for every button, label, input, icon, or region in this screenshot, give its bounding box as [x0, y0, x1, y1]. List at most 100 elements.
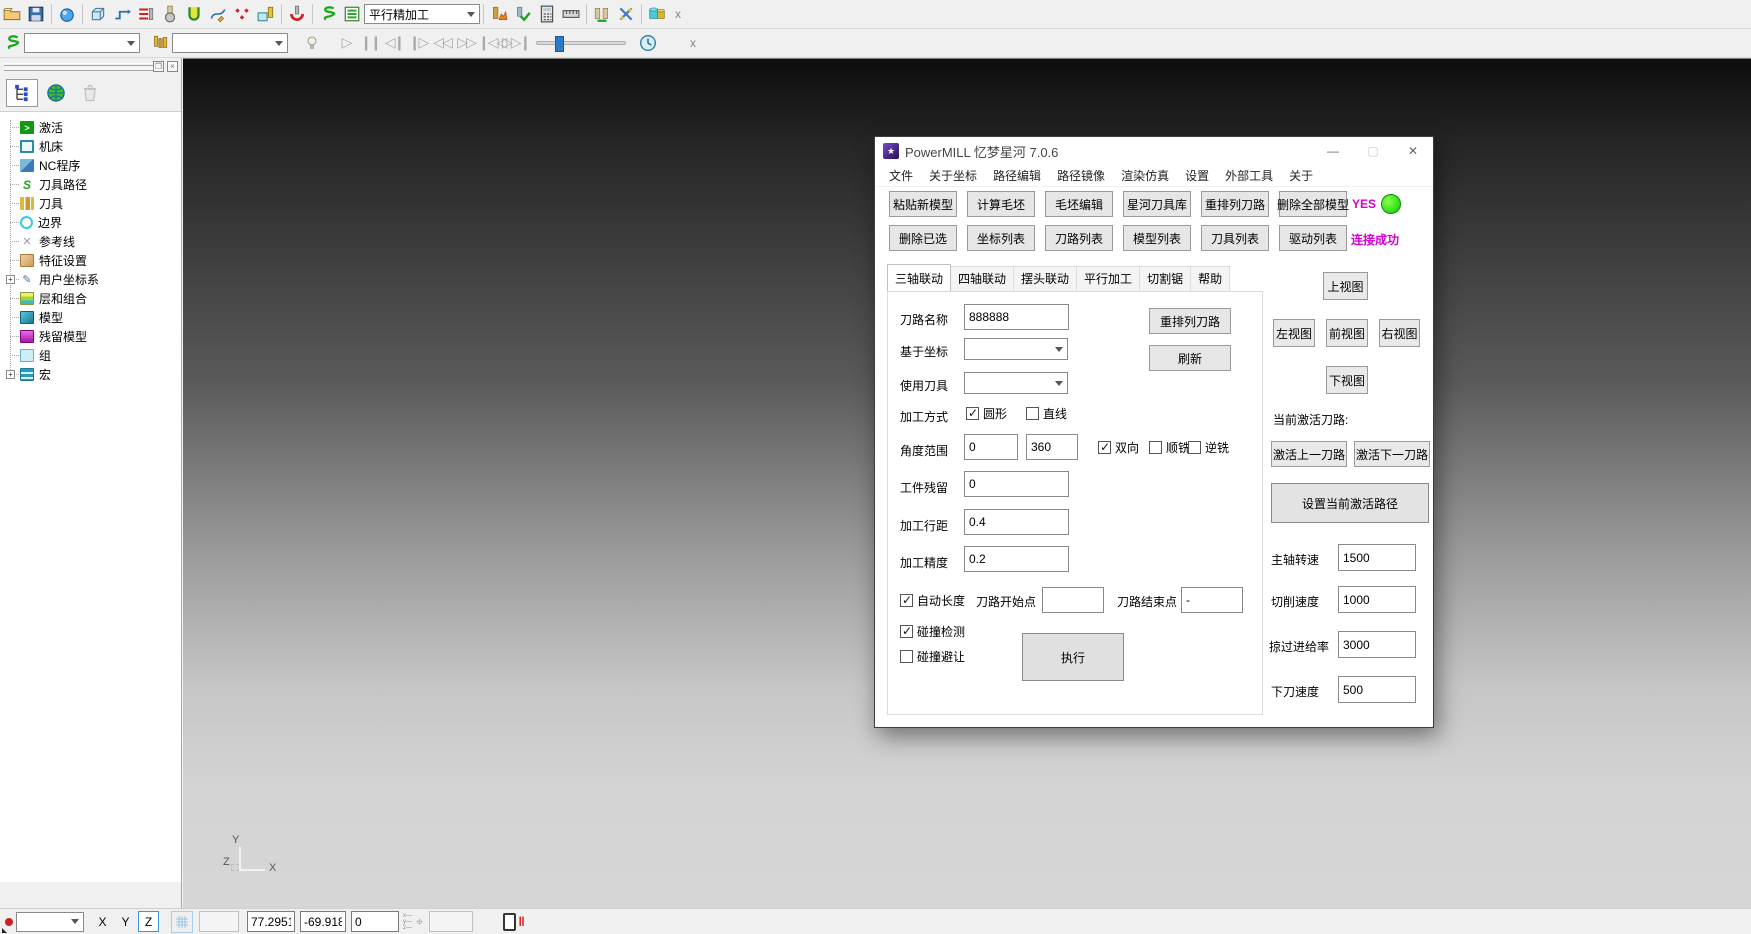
spindle-speed-input[interactable] — [1338, 544, 1416, 571]
cross-arrows-icon[interactable] — [614, 2, 638, 26]
checkbox-icon[interactable] — [1098, 441, 1111, 454]
dialog-titlebar[interactable]: ★ PowerMILL 忆梦星河 7.0.6 — ▢ ✕ — [875, 137, 1433, 165]
grid-icon[interactable] — [171, 911, 193, 933]
end-point-input[interactable] — [1181, 587, 1243, 613]
shaded-sphere-icon[interactable] — [55, 2, 79, 26]
cylinders-icon[interactable] — [645, 2, 669, 26]
checkbox-icon[interactable] — [1149, 441, 1162, 454]
tree-item[interactable]: + 用户坐标系 — [4, 270, 181, 289]
checkbox-icon[interactable] — [900, 594, 913, 607]
play-icon[interactable]: ▷ — [334, 35, 358, 51]
action-button[interactable]: 星河刀具库 — [1123, 191, 1191, 217]
open-file-icon[interactable] — [0, 2, 24, 26]
save-icon[interactable] — [24, 2, 48, 26]
activate-prev-toolpath-button[interactable]: 激活上一刀路 — [1271, 441, 1347, 467]
step-back-icon[interactable]: ◁❙ — [382, 35, 406, 51]
bidirectional-checkbox[interactable]: 双向 — [1098, 439, 1139, 456]
resize-grip-icon[interactable] — [2, 928, 7, 933]
tree-item[interactable]: + 层和组合 — [4, 289, 181, 308]
action-button[interactable]: 坐标列表 — [967, 225, 1035, 251]
action-button[interactable]: 删除已选 — [889, 225, 957, 251]
expand-icon[interactable]: + — [6, 275, 15, 284]
checkbox-icon[interactable] — [1026, 407, 1039, 420]
strategy-list-icon[interactable] — [340, 2, 364, 26]
curve-editor-icon[interactable] — [206, 2, 230, 26]
close-toolbar-icon[interactable]: x — [669, 7, 687, 21]
lightbulb-icon[interactable] — [300, 31, 324, 55]
expand-icon[interactable]: + — [6, 370, 15, 379]
toolpath-s-icon[interactable] — [0, 31, 24, 55]
menu-item[interactable]: 外部工具 — [1217, 167, 1281, 184]
view-top-button[interactable]: 上视图 — [1323, 272, 1368, 300]
coordinate-y-field[interactable] — [300, 911, 346, 932]
tree-view-icon[interactable] — [6, 79, 38, 107]
action-button[interactable]: 粘贴新模型 — [889, 191, 957, 217]
rearrange-toolpath-button[interactable]: 重排列刀路 — [1149, 308, 1231, 334]
u-channel-icon[interactable] — [182, 2, 206, 26]
use-tool-combobox[interactable] — [964, 372, 1068, 394]
tree-item[interactable]: + 刀具 — [4, 194, 181, 213]
record-dot-icon[interactable] — [5, 918, 13, 926]
checkbox-icon[interactable] — [900, 625, 913, 638]
skim-feed-input[interactable] — [1338, 631, 1416, 658]
fast-forward-icon[interactable]: ▷▷ — [454, 35, 478, 51]
slider-handle[interactable] — [555, 36, 564, 52]
simulation-speed-slider[interactable] — [536, 41, 626, 45]
action-button[interactable]: 重排列刀路 — [1201, 191, 1269, 217]
action-button[interactable]: 计算毛坯 — [967, 191, 1035, 217]
execute-button[interactable]: 执行 — [1022, 633, 1124, 681]
climb-mill-checkbox[interactable]: 顺铣 — [1149, 439, 1190, 456]
view-right-button[interactable]: 右视图 — [1379, 319, 1420, 347]
ruler-icon[interactable] — [559, 2, 583, 26]
collision-avoid-checkbox[interactable]: 碰撞避让 — [900, 648, 965, 665]
block-icon[interactable] — [86, 2, 110, 26]
rewind-icon[interactable]: ◁◁ — [430, 35, 454, 51]
toolpath-line-icon[interactable] — [110, 2, 134, 26]
auto-length-checkbox[interactable]: 自动长度 — [900, 592, 965, 609]
action-button[interactable]: 驱动列表 — [1279, 225, 1347, 251]
tree-item[interactable]: + 刀具路径 — [4, 175, 181, 194]
dialog-tab[interactable]: 四轴联动 — [951, 266, 1014, 292]
float-panel-icon[interactable]: ❐ — [153, 61, 164, 72]
tools-icon[interactable] — [148, 31, 172, 55]
conventional-mill-checkbox[interactable]: 逆铣 — [1188, 439, 1229, 456]
toolpath-s-icon[interactable] — [316, 2, 340, 26]
action-button[interactable]: 模型列表 — [1123, 225, 1191, 251]
base-coord-combobox[interactable] — [964, 338, 1068, 360]
minimize-button[interactable]: — — [1313, 137, 1353, 165]
leads-links-icon[interactable] — [134, 2, 158, 26]
statusbar-combobox[interactable] — [16, 912, 84, 932]
view-left-button[interactable]: 左视图 — [1273, 319, 1315, 347]
go-to-start-icon[interactable]: ❙◁◁ — [478, 35, 502, 51]
tree-item[interactable]: + 宏 — [4, 365, 181, 384]
plunge-speed-input[interactable] — [1338, 676, 1416, 703]
linear-checkbox[interactable]: 直线 — [1026, 405, 1067, 422]
statusbar-empty-field-2[interactable] — [429, 911, 473, 932]
statusbar-empty-field[interactable] — [199, 911, 239, 932]
stock-input[interactable] — [964, 471, 1069, 497]
checkbox-icon[interactable] — [966, 407, 979, 420]
start-point-input[interactable] — [1042, 587, 1104, 613]
menu-item[interactable]: 路径镜像 — [1049, 167, 1113, 184]
axis-z-button[interactable]: Z — [138, 911, 159, 932]
position-target-icon[interactable]: ⌖ — [416, 914, 423, 930]
sim-tool-combobox[interactable] — [172, 33, 288, 53]
angle-to-input[interactable] — [1026, 434, 1078, 460]
strategy-combobox[interactable]: 平行精加工 — [364, 4, 480, 24]
action-button[interactable]: 删除全部模型 — [1279, 191, 1347, 217]
panel-drag-handle[interactable]: ❐ × — [0, 58, 181, 75]
tree-item[interactable]: + 特征设置 — [4, 251, 181, 270]
dialog-tab[interactable]: 三轴联动 — [887, 264, 951, 292]
dialog-tab[interactable]: 摆头联动 — [1014, 266, 1077, 292]
action-button[interactable]: 刀路列表 — [1045, 225, 1113, 251]
toolkit-flame-icon[interactable] — [487, 2, 511, 26]
sim-toolpath-combobox[interactable] — [24, 33, 140, 53]
trash-icon[interactable] — [74, 79, 106, 107]
menu-item[interactable]: 设置 — [1177, 167, 1217, 184]
ball-tool-icon[interactable] — [158, 2, 182, 26]
dialog-tab[interactable]: 平行加工 — [1077, 266, 1140, 292]
step-forward-icon[interactable]: ❙▷ — [406, 35, 430, 51]
tree-item[interactable]: + 组 — [4, 346, 181, 365]
axis-x-button[interactable]: X — [92, 911, 113, 932]
checkbox-icon[interactable] — [1188, 441, 1201, 454]
